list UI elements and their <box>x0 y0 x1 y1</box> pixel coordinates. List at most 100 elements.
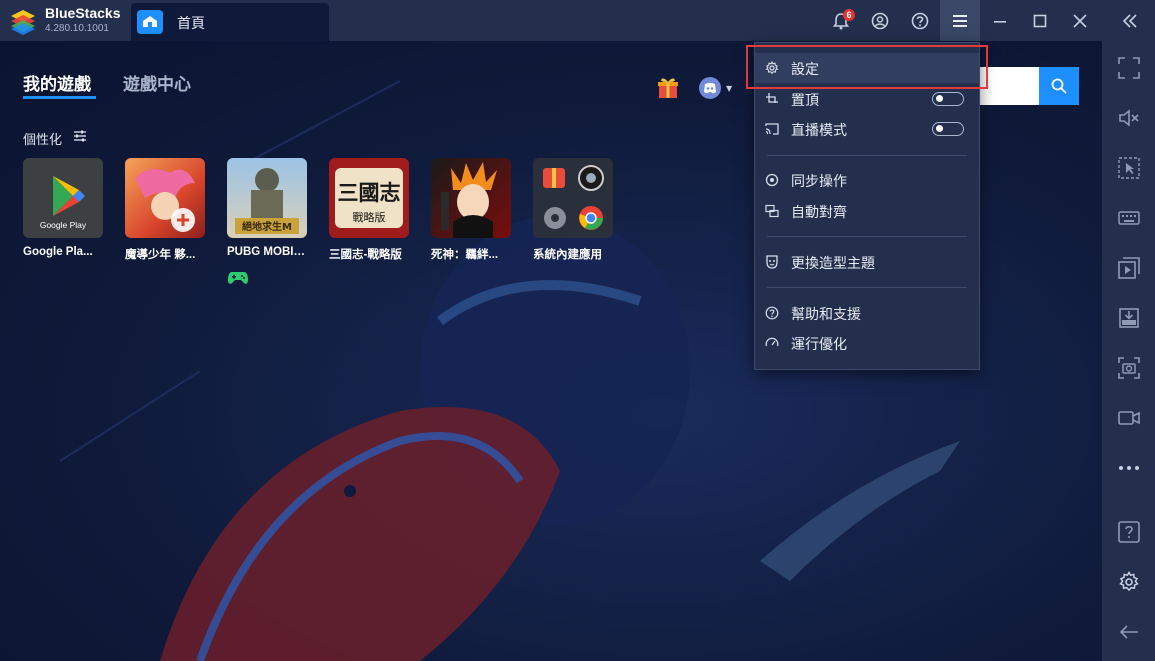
pin-on-top-toggle[interactable] <box>932 92 964 106</box>
menu-item-label: 同步操作 <box>791 174 847 190</box>
more-button[interactable] <box>1116 455 1142 481</box>
tab-my-games[interactable]: 我的遊戲 <box>23 70 91 95</box>
camera-icon <box>1118 357 1140 379</box>
menu-item-optimize[interactable]: 運行優化 <box>755 328 979 358</box>
search-button[interactable] <box>1039 67 1079 105</box>
app-label: 三國志-戰略版 <box>329 249 402 261</box>
sync-icon <box>765 173 779 187</box>
menu-item-label: 幫助和支援 <box>791 307 861 323</box>
menu-item-label: 運行優化 <box>791 337 847 353</box>
record-video-button[interactable] <box>1116 405 1142 431</box>
app-system-apps[interactable]: 系統內建應用 <box>533 158 613 262</box>
right-toolbar <box>1102 41 1155 661</box>
bleach-icon <box>431 158 511 238</box>
help-square-icon <box>1118 521 1140 543</box>
notification-button[interactable]: 6 <box>821 0 861 41</box>
active-tab-indicator <box>23 96 96 99</box>
theme-icon <box>766 255 778 269</box>
app-label: PUBG MOBILE <box>227 246 307 258</box>
keyboard-icon <box>1118 211 1140 225</box>
pin-icon <box>766 93 778 103</box>
mute-icon <box>1119 109 1139 127</box>
more-dots-icon <box>1119 466 1139 470</box>
tab-home[interactable]: 首頁 <box>131 3 329 41</box>
keyboard-controls-button[interactable] <box>1116 205 1142 231</box>
streaming-mode-toggle[interactable] <box>932 122 964 136</box>
align-icon <box>765 204 779 218</box>
menu-divider <box>767 236 967 237</box>
fullscreen-button[interactable] <box>1116 55 1142 81</box>
arrow-left-icon <box>1119 625 1138 639</box>
double-chevron-left-icon <box>1122 13 1137 28</box>
google-play-icon: Google Play <box>23 158 103 238</box>
pubg-icon: 絕地求生M <box>227 158 307 238</box>
screenshot-button[interactable] <box>1116 355 1142 381</box>
minimize-icon <box>994 20 1006 23</box>
notification-badge: 6 <box>843 9 855 21</box>
cast-icon <box>765 123 779 135</box>
menu-item-sync[interactable]: 同步操作 <box>755 165 979 195</box>
back-button[interactable] <box>1116 619 1142 645</box>
app-version: 4.280.10.1001 <box>45 23 109 34</box>
app-google-play[interactable]: Google Play Google Pla... <box>23 158 103 258</box>
menu-item-help-support[interactable]: 幫助和支援 <box>755 298 979 328</box>
gift-icon[interactable] <box>656 76 680 100</box>
app-sanguo[interactable]: 三國志 戰略版 三國志-戰略版 <box>329 158 409 262</box>
app-label: 系統內建應用 <box>533 249 602 261</box>
maximize-icon <box>1033 14 1047 27</box>
highlight-annotation-box <box>746 45 988 89</box>
menu-item-label: 自動對齊 <box>791 205 847 221</box>
minimize-button[interactable] <box>980 0 1020 41</box>
tab-game-center[interactable]: 遊戲中心 <box>123 70 191 95</box>
help-icon <box>765 306 779 320</box>
menu-item-change-theme[interactable]: 更換造型主題 <box>755 247 979 277</box>
svg-text:絕地求生M: 絕地求生M <box>242 220 292 233</box>
cursor-select-icon <box>1118 157 1140 179</box>
video-camera-icon <box>1118 411 1140 425</box>
speed-icon <box>765 337 779 347</box>
personalize-label[interactable]: 個性化 <box>23 129 62 148</box>
discord-dropdown-caret-icon[interactable]: ▼ <box>726 84 732 93</box>
app-label: 魔導少年 夥... <box>125 249 196 261</box>
gamepad-icon <box>228 272 248 284</box>
home-tab-label: 首頁 <box>177 16 205 32</box>
menu-item-streaming-mode[interactable]: 直播模式 <box>755 114 979 144</box>
app-fairy-tail[interactable]: 魔導少年 夥... <box>125 158 205 262</box>
media-manager-button[interactable] <box>1116 255 1142 281</box>
close-button[interactable] <box>1060 0 1100 41</box>
sidebar-help-button[interactable] <box>1116 519 1142 545</box>
hamburger-icon <box>953 14 967 27</box>
gear-icon <box>1119 571 1139 592</box>
fullscreen-icon <box>1118 57 1140 79</box>
collapse-sidebar-button[interactable] <box>1110 0 1150 41</box>
app-bleach[interactable]: 死神：羈絆... <box>431 158 511 262</box>
menu-item-auto-align[interactable]: 自動對齊 <box>755 196 979 226</box>
media-icon <box>1118 257 1140 279</box>
app-label: 死神：羈絆... <box>431 249 499 261</box>
menu-item-label: 更換造型主題 <box>791 256 875 272</box>
close-icon <box>1073 13 1087 28</box>
apk-icon <box>1119 308 1139 328</box>
help-button[interactable] <box>900 0 940 41</box>
account-button[interactable] <box>860 0 900 41</box>
install-apk-button[interactable] <box>1116 305 1142 331</box>
fairy-tail-icon <box>125 158 205 238</box>
title-bar: BlueStacks 4.280.10.1001 首頁 6 <box>0 0 1155 41</box>
volume-button[interactable] <box>1116 105 1142 131</box>
menu-item-label: 直播模式 <box>791 123 847 139</box>
discord-icon[interactable] <box>699 77 721 99</box>
sidebar-settings-button[interactable] <box>1116 569 1142 595</box>
menu-divider <box>767 287 967 288</box>
system-apps-folder-icon <box>533 158 613 238</box>
main-menu-dropdown: 設定 置頂 直播模式 同步操作 自動對齊 更換造型主題 幫助和支援 運行優化 <box>754 42 980 370</box>
sanguo-icon: 三國志 戰略版 <box>329 158 409 238</box>
svg-text:三國志: 三國志 <box>338 180 401 205</box>
sliders-icon[interactable] <box>73 129 87 143</box>
search-icon <box>1051 78 1067 94</box>
menu-button[interactable] <box>940 0 980 41</box>
maximize-button[interactable] <box>1020 0 1060 41</box>
bluestacks-logo-icon <box>11 10 35 35</box>
app-pubg-mobile[interactable]: 絕地求生M PUBG MOBILE <box>227 158 307 258</box>
menu-item-label: 置頂 <box>791 93 819 109</box>
pointer-mode-button[interactable] <box>1116 155 1142 181</box>
